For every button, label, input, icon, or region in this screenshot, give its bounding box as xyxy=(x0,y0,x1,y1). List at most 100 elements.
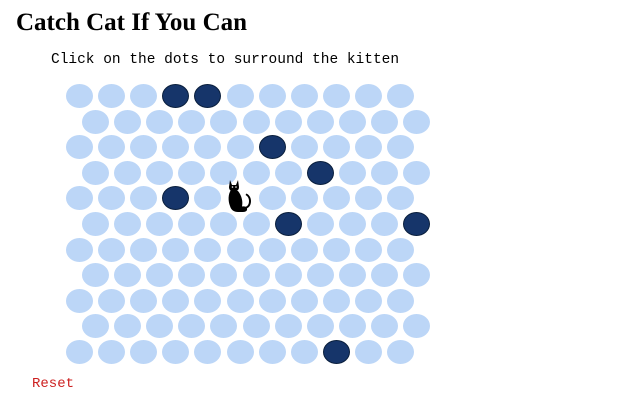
empty-dot[interactable] xyxy=(387,288,414,313)
empty-dot[interactable] xyxy=(82,212,109,236)
empty-dot[interactable] xyxy=(98,135,126,160)
empty-dot[interactable] xyxy=(98,84,126,108)
empty-dot[interactable] xyxy=(130,288,158,313)
empty-dot[interactable] xyxy=(226,340,254,364)
empty-dot[interactable] xyxy=(178,212,206,236)
empty-dot[interactable] xyxy=(210,212,238,236)
empty-dot[interactable] xyxy=(66,340,93,364)
empty-dot[interactable] xyxy=(387,340,414,364)
empty-dot[interactable] xyxy=(274,314,302,339)
empty-dot[interactable] xyxy=(130,135,158,160)
empty-dot[interactable] xyxy=(98,340,126,364)
empty-dot[interactable] xyxy=(290,186,318,211)
empty-dot[interactable] xyxy=(146,109,174,134)
empty-dot[interactable] xyxy=(338,160,366,185)
empty-dot[interactable] xyxy=(178,263,206,288)
empty-dot[interactable] xyxy=(306,109,334,134)
empty-dot[interactable] xyxy=(194,186,222,211)
empty-dot[interactable] xyxy=(290,237,318,262)
empty-dot[interactable] xyxy=(82,263,109,288)
empty-dot[interactable] xyxy=(66,288,93,313)
empty-dot[interactable] xyxy=(306,212,334,236)
empty-dot[interactable] xyxy=(387,135,414,160)
empty-dot[interactable] xyxy=(162,288,190,313)
empty-dot[interactable] xyxy=(162,237,190,262)
empty-dot[interactable] xyxy=(114,212,142,236)
empty-dot[interactable] xyxy=(290,135,318,160)
empty-dot[interactable] xyxy=(194,288,222,313)
empty-dot[interactable] xyxy=(274,109,302,134)
empty-dot[interactable] xyxy=(226,237,254,262)
empty-dot[interactable] xyxy=(322,186,350,211)
empty-dot[interactable] xyxy=(178,109,206,134)
empty-dot[interactable] xyxy=(338,109,366,134)
empty-dot[interactable] xyxy=(66,237,93,262)
empty-dot[interactable] xyxy=(210,109,238,134)
empty-dot[interactable] xyxy=(290,288,318,313)
empty-dot[interactable] xyxy=(226,135,254,160)
empty-dot[interactable] xyxy=(114,160,142,185)
reset-button[interactable]: Reset xyxy=(32,376,74,392)
empty-dot[interactable] xyxy=(146,212,174,236)
empty-dot[interactable] xyxy=(226,288,254,313)
empty-dot[interactable] xyxy=(146,314,174,339)
empty-dot[interactable] xyxy=(114,314,142,339)
empty-dot[interactable] xyxy=(370,263,398,288)
empty-dot[interactable] xyxy=(258,237,286,262)
empty-dot[interactable] xyxy=(98,288,126,313)
empty-dot[interactable] xyxy=(226,84,254,108)
empty-dot[interactable] xyxy=(306,314,334,339)
empty-dot[interactable] xyxy=(178,160,206,185)
empty-dot[interactable] xyxy=(403,314,430,339)
empty-dot[interactable] xyxy=(370,109,398,134)
empty-dot[interactable] xyxy=(274,263,302,288)
empty-dot[interactable] xyxy=(66,135,93,160)
empty-dot[interactable] xyxy=(98,237,126,262)
empty-dot[interactable] xyxy=(354,237,382,262)
empty-dot[interactable] xyxy=(322,84,350,108)
empty-dot[interactable] xyxy=(258,340,286,364)
empty-dot[interactable] xyxy=(387,237,414,262)
empty-dot[interactable] xyxy=(370,212,398,236)
empty-dot[interactable] xyxy=(354,186,382,211)
empty-dot[interactable] xyxy=(130,340,158,364)
empty-dot[interactable] xyxy=(82,109,109,134)
empty-dot[interactable] xyxy=(194,237,222,262)
empty-dot[interactable] xyxy=(290,84,318,108)
empty-dot[interactable] xyxy=(387,186,414,211)
empty-dot[interactable] xyxy=(338,212,366,236)
empty-dot[interactable] xyxy=(403,109,430,134)
empty-dot[interactable] xyxy=(322,288,350,313)
empty-dot[interactable] xyxy=(322,237,350,262)
empty-dot[interactable] xyxy=(403,263,430,288)
empty-dot[interactable] xyxy=(66,186,93,211)
empty-dot[interactable] xyxy=(258,84,286,108)
empty-dot[interactable] xyxy=(130,186,158,211)
empty-dot[interactable] xyxy=(242,109,270,134)
empty-dot[interactable] xyxy=(338,263,366,288)
empty-dot[interactable] xyxy=(210,160,238,185)
empty-dot[interactable] xyxy=(82,160,109,185)
empty-dot[interactable] xyxy=(146,263,174,288)
empty-dot[interactable] xyxy=(210,314,238,339)
empty-dot[interactable] xyxy=(162,135,190,160)
empty-dot[interactable] xyxy=(290,340,318,364)
empty-dot[interactable] xyxy=(114,263,142,288)
empty-dot[interactable] xyxy=(258,288,286,313)
empty-dot[interactable] xyxy=(322,135,350,160)
empty-dot[interactable] xyxy=(403,160,430,185)
empty-dot[interactable] xyxy=(354,340,382,364)
empty-dot[interactable] xyxy=(194,135,222,160)
empty-dot[interactable] xyxy=(98,186,126,211)
empty-dot[interactable] xyxy=(370,160,398,185)
empty-dot[interactable] xyxy=(242,263,270,288)
empty-dot[interactable] xyxy=(66,84,93,108)
empty-dot[interactable] xyxy=(242,160,270,185)
empty-dot[interactable] xyxy=(130,237,158,262)
empty-dot[interactable] xyxy=(338,314,366,339)
empty-dot[interactable] xyxy=(242,212,270,236)
empty-dot[interactable] xyxy=(178,314,206,339)
empty-dot[interactable] xyxy=(130,84,158,108)
empty-dot[interactable] xyxy=(354,288,382,313)
empty-dot[interactable] xyxy=(274,160,302,185)
